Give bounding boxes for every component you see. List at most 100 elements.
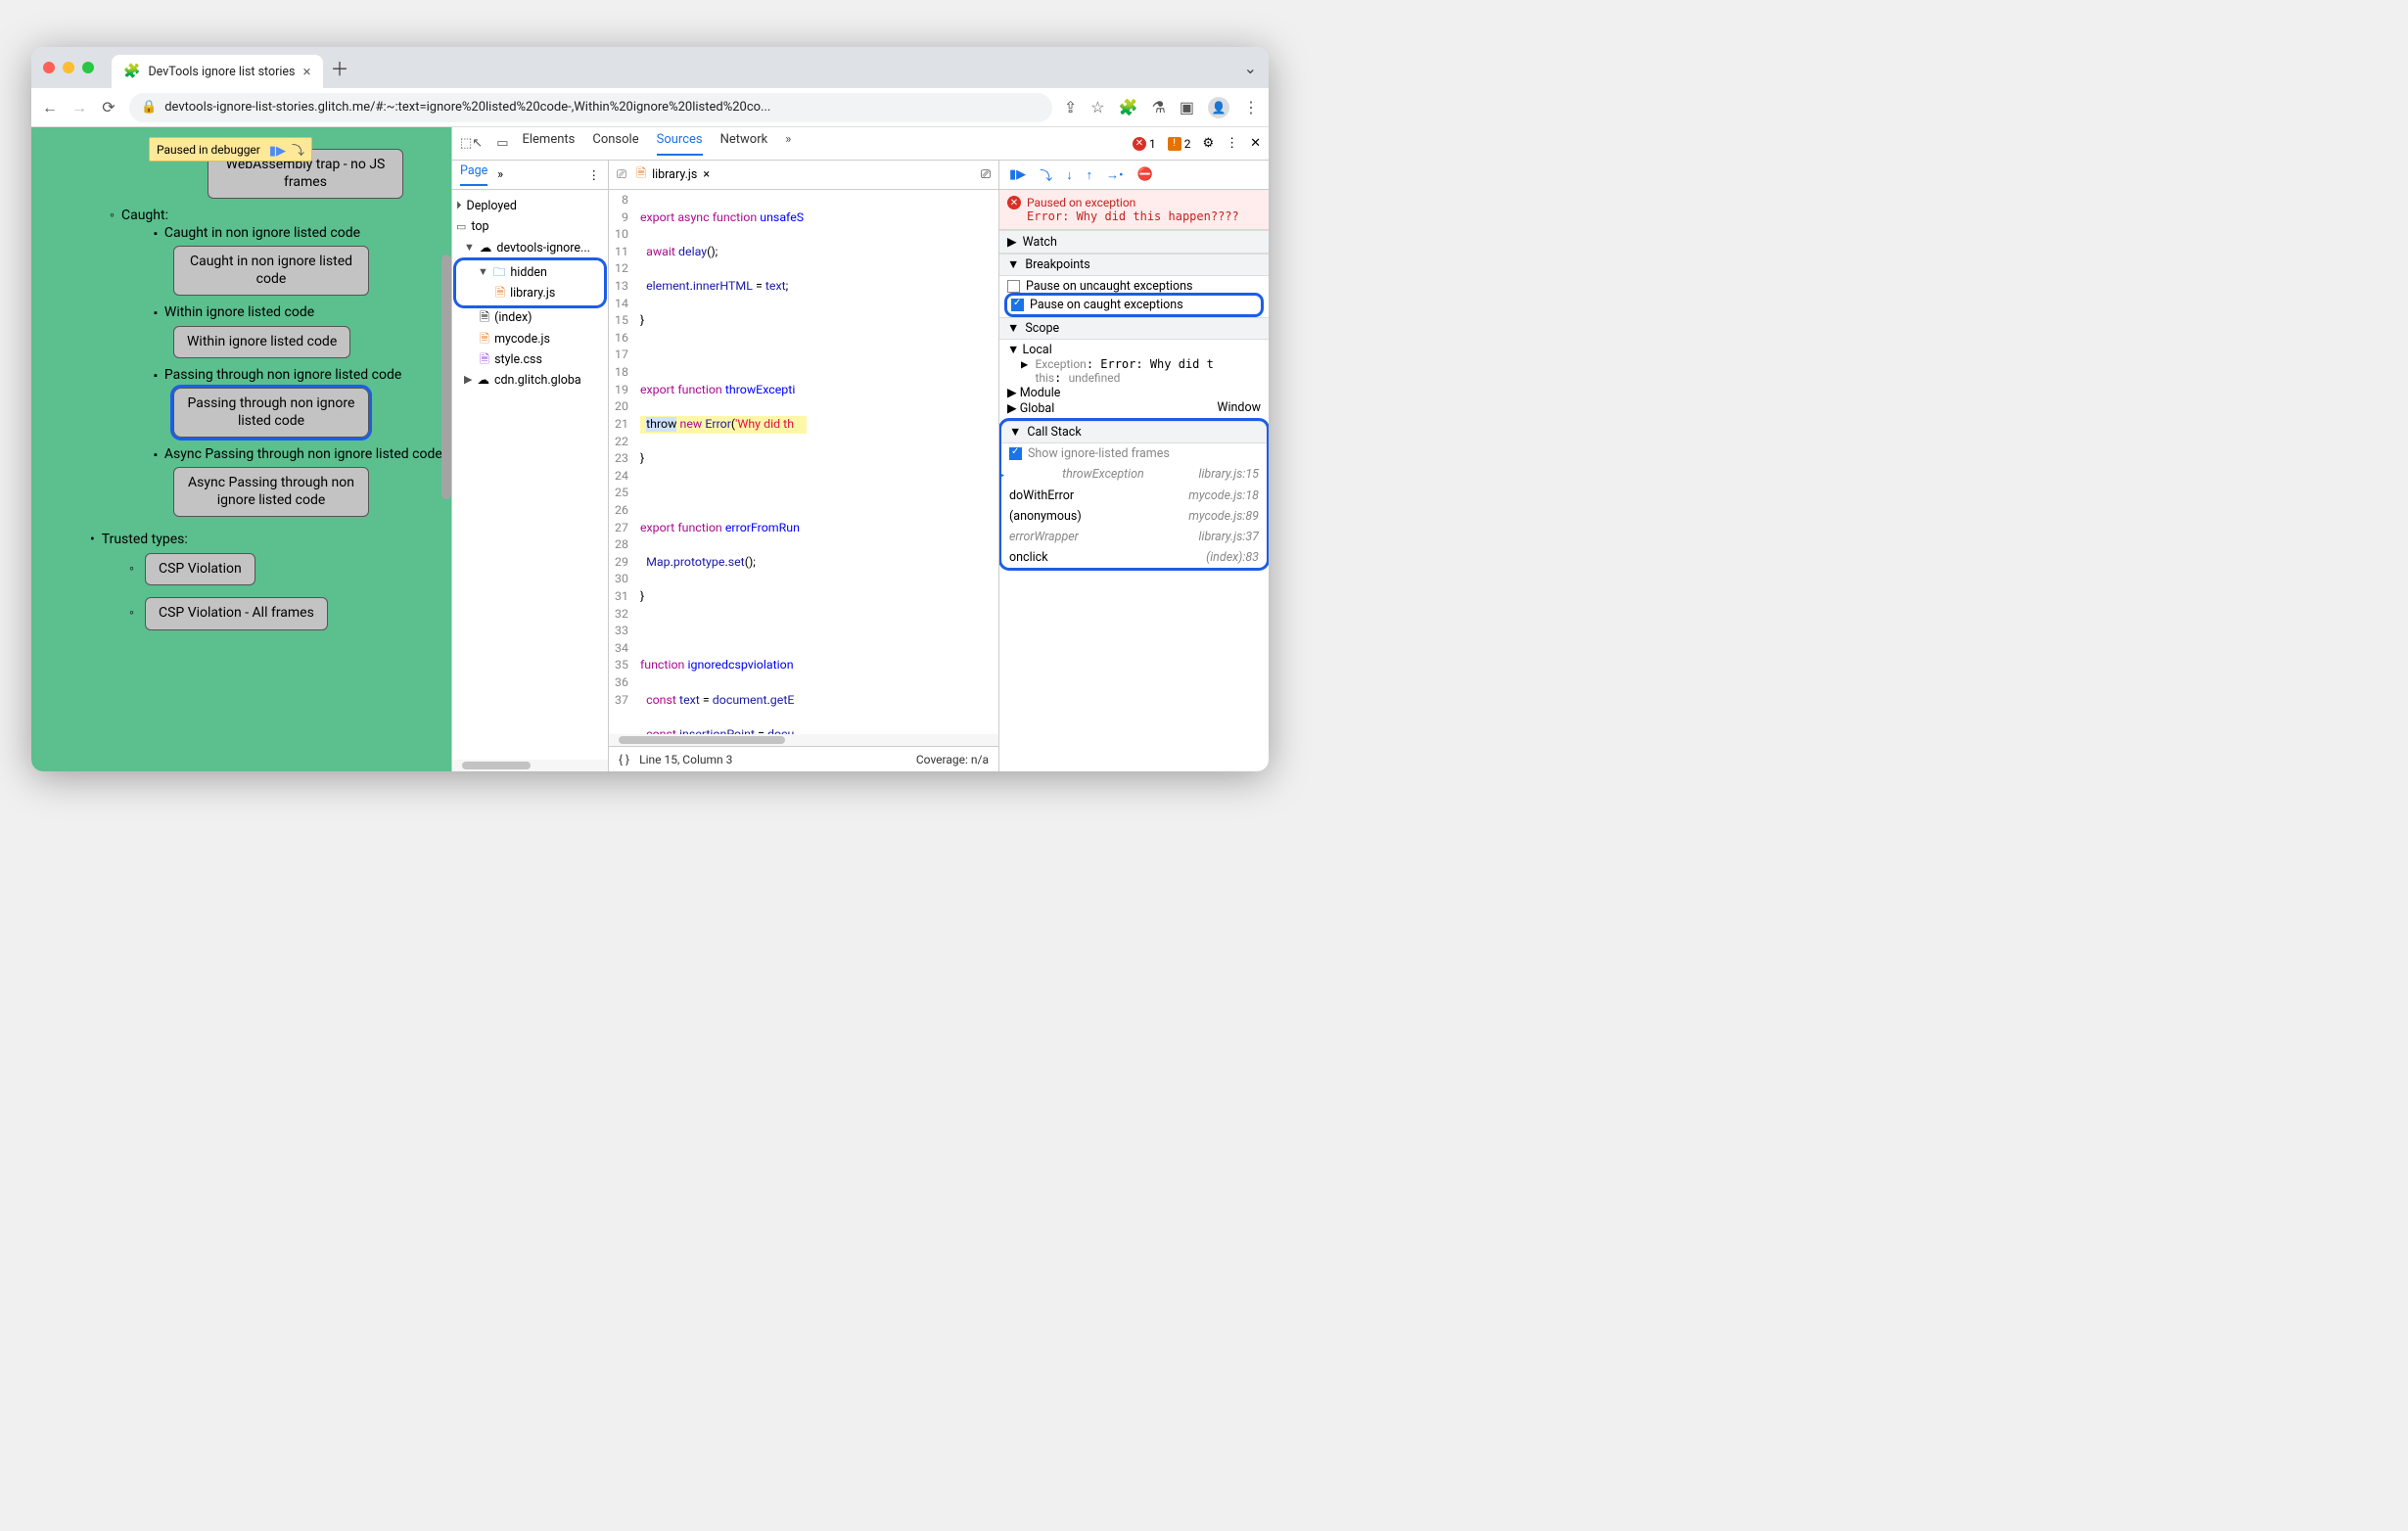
source-code: export async function unsafeS await dela… xyxy=(636,190,810,734)
section-header: Trusted types: xyxy=(90,531,443,548)
resume-icon[interactable]: ▮▶ xyxy=(1009,167,1026,182)
ext-pin-icon[interactable]: ▣ xyxy=(1180,98,1194,116)
extensions-icon[interactable]: 🧩 xyxy=(1119,98,1138,116)
step-over-icon[interactable]: ⤵ xyxy=(292,144,304,159)
page-button[interactable]: CSP Violation - All frames xyxy=(145,597,328,630)
pause-caught-checkbox[interactable]: Pause on caught exceptions xyxy=(1007,296,1261,314)
step-icon[interactable]: →• xyxy=(1106,167,1123,183)
settings-icon[interactable]: ⚙ xyxy=(1202,136,1214,151)
statusbar: { }Line 15, Column 3 Coverage: n/a xyxy=(609,746,998,771)
stack-frame[interactable]: (anonymous)mycode.js:89 xyxy=(1001,506,1267,527)
file-icon: 🗎 xyxy=(480,307,489,328)
bookmark-icon[interactable]: ☆ xyxy=(1090,98,1104,116)
url-input[interactable]: 🔒 devtools-ignore-list-stories.glitch.me… xyxy=(129,93,1052,122)
page-area: Paused in debugger ▮▶ ⤵ WebAssembly trap… xyxy=(31,127,452,771)
more-subtabs-icon[interactable]: » xyxy=(497,167,503,182)
close-icon[interactable]: × xyxy=(703,167,710,182)
error-icon: ✕ xyxy=(1007,196,1021,209)
avatar[interactable]: 👤 xyxy=(1208,97,1229,118)
lock-icon: 🔒 xyxy=(141,100,157,115)
devtools-favicon-icon: 🧩 xyxy=(123,64,140,79)
resume-icon[interactable]: ▮▶ xyxy=(269,144,286,159)
format-icon[interactable]: { } xyxy=(619,753,629,766)
file-tree[interactable]: ⏵Deployed ▭top ▼☁devtools-ignore... ▼🗀hi… xyxy=(452,190,608,396)
menu-icon[interactable]: ⋮ xyxy=(1243,98,1259,116)
code-editor[interactable]: 8910111213141516171819202122232425262728… xyxy=(609,190,998,734)
list-item: Passing through non ignore listed code xyxy=(154,366,443,384)
labs-icon[interactable]: ⚗ xyxy=(1152,98,1166,116)
stack-frame[interactable]: onclick(index):83 xyxy=(1001,547,1267,568)
close-tab-icon[interactable]: × xyxy=(303,63,311,80)
paused-message: ✕Paused on exception Error: Why did this… xyxy=(999,190,1269,230)
tabbar: 🧩 DevTools ignore list stories × ＋ ⌄ xyxy=(31,47,1269,88)
reload-icon[interactable]: ⟳ xyxy=(100,98,117,116)
zoom-icon[interactable] xyxy=(82,62,94,73)
show-ignored-checkbox[interactable]: Show ignore-listed frames xyxy=(1001,443,1267,464)
js-file-icon: 🗎 xyxy=(636,164,646,185)
frame-icon: ▭ xyxy=(456,218,466,237)
stack-frame[interactable]: throwExceptionlibrary.js:15 xyxy=(1001,464,1267,486)
page-button[interactable]: CSP Violation xyxy=(145,553,255,586)
page-button[interactable]: Within ignore listed code xyxy=(173,326,350,359)
tab-console[interactable]: Console xyxy=(592,132,638,156)
file-tab[interactable]: 🗎library.js× xyxy=(636,164,710,185)
scrollbar[interactable] xyxy=(441,255,451,499)
cloud-icon: ☁ xyxy=(480,238,492,258)
tab-title: DevTools ignore list stories xyxy=(148,65,295,79)
minimize-icon[interactable] xyxy=(63,62,74,73)
pause-uncaught-checkbox[interactable]: Pause on uncaught exceptions xyxy=(1007,279,1261,294)
scope-global[interactable]: ▶ GlobalWindow xyxy=(1007,400,1261,416)
kebab-icon[interactable]: ⋮ xyxy=(1226,136,1238,151)
kebab-icon[interactable]: ⋮ xyxy=(588,167,601,183)
tab-sources[interactable]: Sources xyxy=(657,132,703,156)
debugger-bar: ▮▶ ⤵ ↓ ↑ →• ⛔ xyxy=(999,161,1269,190)
tabs-chevron-icon[interactable]: ⌄ xyxy=(1244,59,1257,77)
scope-module[interactable]: ▶ Module xyxy=(1007,385,1261,400)
page-button-highlighted[interactable]: Passing through non ignore listed code xyxy=(173,388,369,438)
breakpoints-pane[interactable]: ▼Breakpoints xyxy=(999,254,1269,276)
paused-label: Paused in debugger xyxy=(157,143,260,157)
stack-frame[interactable]: doWithErrormycode.js:18 xyxy=(1001,486,1267,506)
list-item: Async Passing through non ignore listed … xyxy=(154,445,443,463)
js-file-icon: 🗎 xyxy=(480,329,489,349)
page-button[interactable]: Caught in non ignore listed code xyxy=(173,246,369,296)
deactivate-bp-icon[interactable]: ⛔ xyxy=(1137,167,1153,182)
deployed-icon: ⏵ xyxy=(456,197,462,215)
folder-icon: 🗀 xyxy=(493,262,506,283)
addrbar: ← → ⟳ 🔒 devtools-ignore-list-stories.gli… xyxy=(31,88,1269,127)
cursor-position: Line 15, Column 3 xyxy=(639,753,732,766)
paused-overlay: Paused in debugger ▮▶ ⤵ xyxy=(149,137,312,162)
step-over-icon[interactable]: ⤵ xyxy=(1040,165,1052,184)
close-icon[interactable] xyxy=(43,62,55,73)
scrollbar[interactable] xyxy=(619,736,785,744)
share-icon[interactable]: ⇪ xyxy=(1064,98,1077,116)
step-into-icon[interactable]: ↓ xyxy=(1066,167,1073,183)
tab[interactable]: 🧩 DevTools ignore list stories × xyxy=(112,55,323,88)
gutter: 8910111213141516171819202122232425262728… xyxy=(609,190,636,734)
page-button[interactable]: Async Passing through non ignore listed … xyxy=(173,467,369,517)
tab-elements[interactable]: Elements xyxy=(522,132,575,156)
toggle-pane-icon[interactable]: ⎚ xyxy=(981,167,991,182)
scrollbar[interactable] xyxy=(462,762,531,769)
more-tabs-icon[interactable]: » xyxy=(785,132,791,156)
forward-icon: → xyxy=(70,98,88,117)
inspect-icon[interactable]: ⬚↖ xyxy=(460,136,483,151)
js-file-icon: 🗎 xyxy=(495,283,505,303)
warnings-badge[interactable]: !2 xyxy=(1168,137,1191,151)
watch-pane[interactable]: ▶Watch xyxy=(999,230,1269,254)
stack-frame[interactable]: errorWrapperlibrary.js:37 xyxy=(1001,527,1267,547)
newtab-icon[interactable]: ＋ xyxy=(331,55,349,81)
scope-local[interactable]: ▼ Local xyxy=(1007,343,1261,357)
list-item: Caught in non ignore listed code xyxy=(154,224,443,242)
subtab-page[interactable]: Page xyxy=(460,163,487,186)
tab-network[interactable]: Network xyxy=(720,132,768,156)
scope-exception[interactable]: ▶ Exception: Error: Why did t xyxy=(1007,357,1261,371)
step-out-icon[interactable]: ↑ xyxy=(1087,167,1093,183)
errors-badge[interactable]: ✕1 xyxy=(1133,137,1156,151)
device-icon[interactable]: ▭ xyxy=(496,136,508,151)
callstack-pane[interactable]: ▼Call Stack xyxy=(1001,421,1267,443)
back-icon[interactable]: ← xyxy=(41,98,59,117)
collapse-icon[interactable]: ⎚ xyxy=(617,167,626,182)
close-devtools-icon[interactable]: ✕ xyxy=(1250,136,1261,151)
scope-pane[interactable]: ▼Scope xyxy=(999,317,1269,340)
